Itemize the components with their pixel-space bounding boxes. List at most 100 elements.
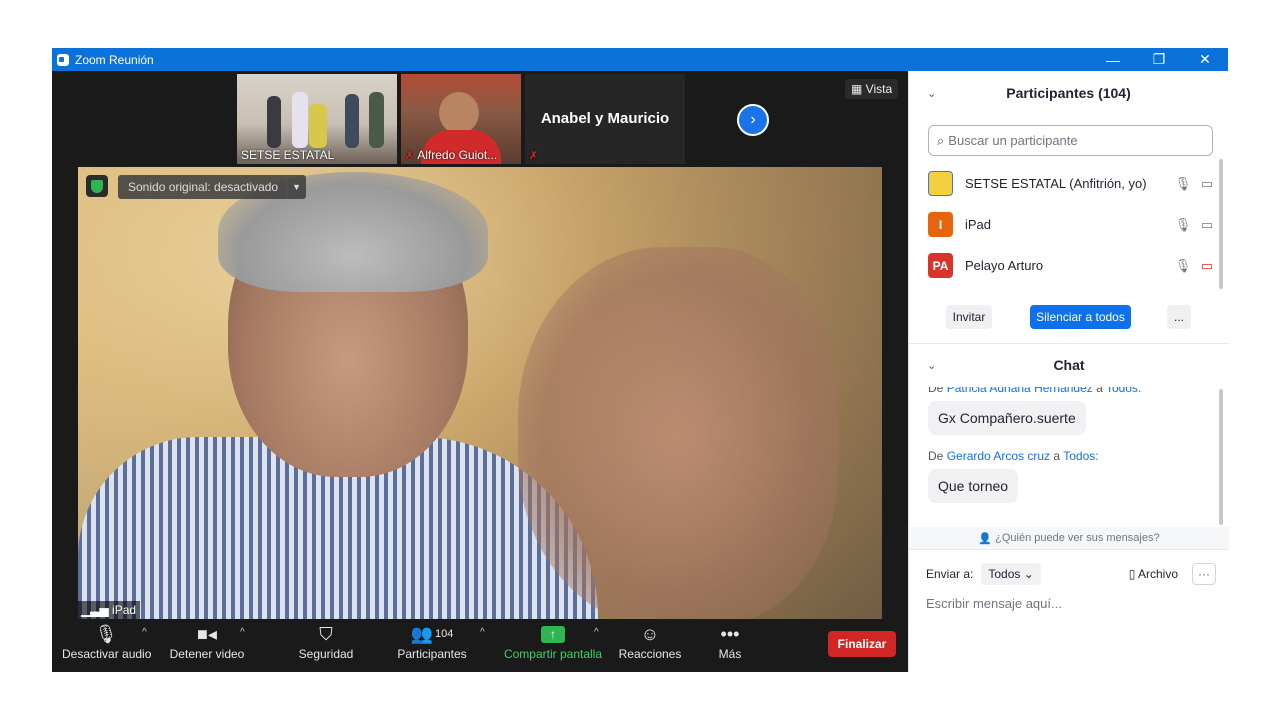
- grid-icon: ▦: [851, 82, 866, 96]
- microphone-icon[interactable]: 🎙: [1171, 176, 1195, 192]
- message-bubble: Gx Compañero.suerte: [928, 401, 1086, 435]
- microphone-icon[interactable]: 🎙: [1171, 217, 1195, 233]
- participant-row[interactable]: PA Pelayo Arturo 🎙 ▭: [909, 245, 1219, 286]
- avatar: I: [928, 212, 953, 237]
- chat-more-button[interactable]: ···: [1192, 563, 1216, 585]
- thumbnail-name: ✗: [529, 148, 541, 162]
- share-screen-icon: ↑: [541, 625, 565, 643]
- original-sound-toggle[interactable]: Sonido original: desactivado ▼: [118, 175, 307, 199]
- maximize-button[interactable]: ❐: [1136, 48, 1182, 71]
- participant-row[interactable]: SETSE ESTATAL (Anfitrión, yo) 🎙 ▭: [909, 163, 1219, 204]
- next-page-arrow-icon[interactable]: ›: [737, 104, 769, 136]
- chat-message: De Gerardo Arcos cruz a Todos: Que torne…: [909, 449, 1229, 503]
- person-info-icon: 👤: [978, 532, 993, 545]
- participant-list: SETSE ESTATAL (Anfitrión, yo) 🎙 ▭ I iPad…: [909, 163, 1219, 286]
- chat-header: ⌄ Chat: [909, 343, 1229, 387]
- chevron-up-icon[interactable]: ^: [240, 627, 245, 638]
- message-sender: De Patricia Adriana Hernandez a Todos:: [909, 387, 1229, 395]
- participant-name: Pelayo Arturo: [965, 258, 1044, 273]
- video-camera-icon[interactable]: ▭: [1195, 217, 1219, 233]
- chat-message-input[interactable]: Escribir mensaje aquí...: [926, 596, 1062, 611]
- window-title: Zoom Reunión: [75, 52, 154, 67]
- meeting-toolbar: 🎙 Desactivar audio ^ ■◂ Detener video ^ …: [52, 621, 908, 672]
- to-word: a: [1096, 387, 1103, 395]
- participants-title: Participantes (104): [1006, 85, 1131, 101]
- participants-scrollbar[interactable]: [1219, 159, 1223, 289]
- reaction-icon: ☺: [640, 623, 660, 644]
- chevron-down-icon[interactable]: ⌄: [927, 359, 936, 372]
- thumbnail-video[interactable]: Anabel y Mauricio ✗: [525, 74, 685, 164]
- minimize-button[interactable]: —: [1090, 48, 1136, 71]
- participants-more-button[interactable]: ...: [1167, 305, 1191, 329]
- video-off-icon[interactable]: ▭: [1195, 258, 1219, 274]
- end-meeting-button[interactable]: Finalizar: [828, 631, 896, 657]
- share-screen-button[interactable]: ↑ Compartir pantalla ^: [502, 621, 604, 672]
- reactions-button[interactable]: ☺ Reacciones: [618, 621, 682, 672]
- chat-title: Chat: [1053, 357, 1085, 373]
- more-button[interactable]: ••• Más: [710, 621, 750, 672]
- send-to-value: Todos: [988, 567, 1021, 581]
- thumbnail-video[interactable]: SETSE ESTATAL: [237, 74, 397, 164]
- thumbnail-name: ✗ Alfredo Guiot...: [405, 148, 497, 162]
- security-label: Seguridad: [298, 647, 354, 661]
- encryption-shield-icon[interactable]: [86, 175, 108, 197]
- thumbnail-strip: SETSE ESTATAL ✗ Alfredo Guiot... Anabel y…: [237, 74, 685, 164]
- thumbnail-big-name: Anabel y Mauricio: [540, 110, 670, 127]
- send-to-row: Enviar a: Todos ⌄ ▯ Archivo ···: [926, 562, 1216, 586]
- file-label: Archivo: [1137, 567, 1178, 581]
- chat-messages: De Patricia Adriana Hernandez a Todos: G…: [909, 387, 1229, 527]
- zoom-logo-icon: [57, 53, 69, 66]
- recipient-name[interactable]: Todos:: [1063, 449, 1098, 463]
- who-can-see-link[interactable]: 👤 ¿Quién puede ver sus mensajes?: [909, 527, 1229, 549]
- side-panel: ⌄ Participantes (104) ⌕ Buscar un partic…: [908, 71, 1229, 672]
- participant-search-input[interactable]: ⌕ Buscar un participante: [928, 125, 1213, 156]
- signal-strength-icon: ▁▃▅: [81, 603, 113, 617]
- mute-audio-button[interactable]: 🎙 Desactivar audio ^: [62, 621, 151, 672]
- speaker-name: iPad: [112, 603, 137, 617]
- send-to-dropdown[interactable]: Todos ⌄: [981, 563, 1041, 585]
- chevron-down-icon[interactable]: ▼: [286, 175, 306, 199]
- speaker-name-label: ▁▃▅ iPad: [78, 601, 141, 619]
- chevron-up-icon[interactable]: ^: [594, 627, 599, 638]
- participant-name: iPad: [965, 217, 992, 232]
- file-icon: ▯: [1128, 567, 1138, 581]
- thumbnail-name: SETSE ESTATAL: [241, 148, 335, 162]
- file-button[interactable]: ▯ Archivo: [1129, 567, 1178, 581]
- thumbnail-video[interactable]: ✗ Alfredo Guiot...: [401, 74, 521, 164]
- mute-all-button[interactable]: Silenciar a todos: [1030, 305, 1131, 329]
- zoom-window: Zoom Reunión — ❐ ✕ SETSE ESTATAL ✗ Alfred…: [52, 48, 1229, 672]
- search-placeholder: Buscar un participante: [948, 133, 1078, 148]
- chevron-up-icon[interactable]: ^: [480, 627, 485, 638]
- participant-row[interactable]: I iPad 🎙 ▭: [909, 204, 1219, 245]
- chevron-up-icon[interactable]: ^: [142, 627, 147, 638]
- close-button[interactable]: ✕: [1182, 48, 1228, 71]
- microphone-icon: 🎙: [94, 623, 118, 644]
- who-can-see-label: ¿Quién puede ver sus mensajes?: [995, 532, 1160, 544]
- sender-name[interactable]: Gerardo Arcos cruz: [947, 449, 1050, 463]
- recipient-name[interactable]: Todos:: [1106, 387, 1141, 395]
- microphone-icon[interactable]: 🎙: [1171, 258, 1195, 274]
- stop-video-button[interactable]: ■◂ Detener video ^: [168, 621, 246, 672]
- from-prefix: De: [928, 449, 944, 463]
- chat-scrollbar[interactable]: [1219, 389, 1223, 525]
- mic-muted-icon: ✗: [405, 150, 415, 162]
- message-sender: De Gerardo Arcos cruz a Todos:: [909, 449, 1229, 463]
- participants-label: Participantes: [397, 647, 467, 661]
- video-camera-icon: ■◂: [197, 623, 217, 644]
- security-button[interactable]: ⛉ Seguridad: [296, 621, 356, 672]
- search-icon: ⌕: [937, 132, 945, 148]
- stop-video-label: Detener video: [169, 647, 245, 661]
- invite-button[interactable]: Invitar: [946, 305, 992, 329]
- view-label: Vista: [865, 82, 893, 96]
- to-word: a: [1053, 449, 1061, 463]
- chevron-down-icon[interactable]: ⌄: [927, 87, 936, 100]
- video-area: SETSE ESTATAL ✗ Alfredo Guiot... Anabel y…: [52, 71, 908, 672]
- thumbnail-name-text: Alfredo Guiot...: [417, 148, 498, 162]
- view-button[interactable]: ▦ Vista: [845, 79, 899, 99]
- sender-name[interactable]: Patricia Adriana Hernandez: [947, 387, 1093, 395]
- from-prefix: De: [928, 387, 944, 395]
- message-bubble: Que torneo: [928, 469, 1019, 503]
- video-camera-icon[interactable]: ▭: [1195, 176, 1219, 192]
- participants-header: ⌄ Participantes (104): [909, 71, 1228, 115]
- participants-button[interactable]: 👥 104 Participantes ^: [392, 621, 484, 672]
